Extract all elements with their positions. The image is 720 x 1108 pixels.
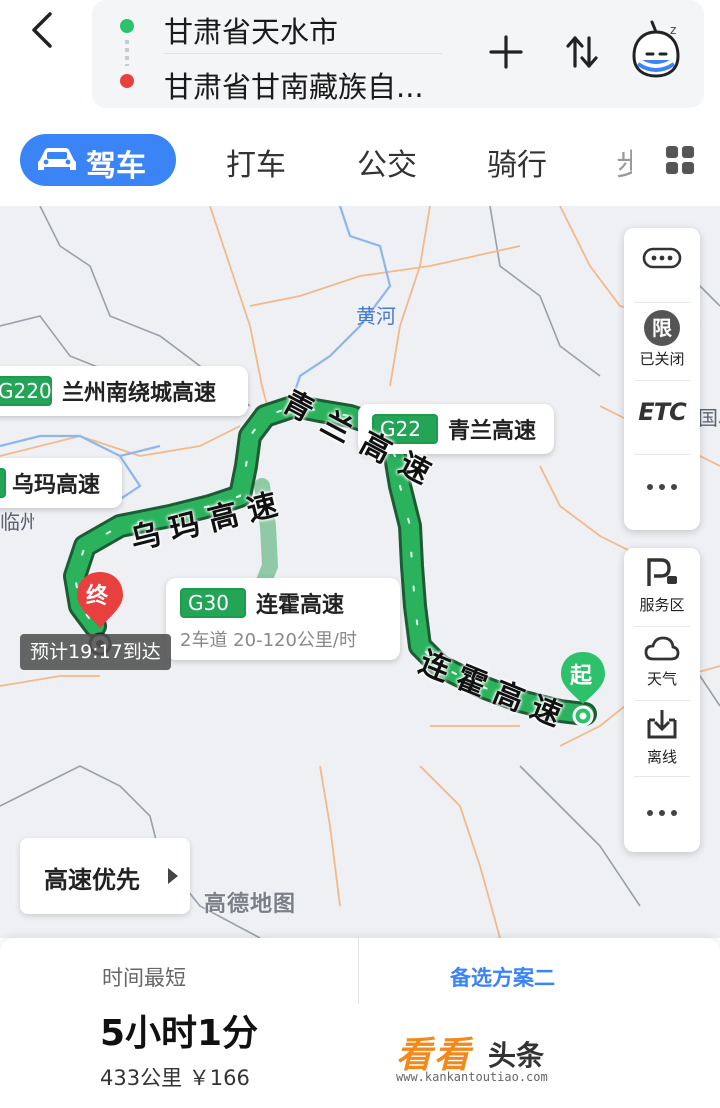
origin-dot-icon [120, 19, 134, 33]
highway-badge [0, 468, 6, 498]
plan-tag: 时间最短 [102, 966, 186, 990]
more-dots-icon [642, 247, 682, 269]
end-marker-label: 终 [86, 584, 109, 609]
plan-distance: 433公里 [100, 1066, 183, 1090]
highway-label-g30[interactable]: G30 连霍高速 2车道 20-120公里/时 [166, 578, 400, 660]
back-button[interactable] [18, 8, 68, 52]
traffic-tool-button[interactable] [624, 246, 700, 274]
tab-walk[interactable]: 步 [616, 140, 632, 184]
add-waypoint-button[interactable] [484, 30, 528, 74]
service-area-icon [647, 558, 677, 586]
start-marker-label: 起 [570, 664, 593, 689]
watermark-logo: 看看 头条 www.kankantoutiao.com [396, 1026, 626, 1086]
highway-name: 青兰高速 [448, 419, 537, 444]
more-tools-bottom-button[interactable] [624, 804, 700, 823]
plan-divider [358, 938, 359, 1004]
place-yellow-river: 黄河 [356, 304, 396, 328]
tab-drive[interactable]: 驾车 [20, 134, 176, 186]
route-dots-icon [125, 40, 129, 66]
car-icon [38, 148, 76, 170]
route-preference-label: 高速优先 [44, 866, 140, 894]
restriction-status: 已关闭 [639, 350, 685, 368]
plus-icon [489, 35, 523, 69]
highway-name: 兰州南绕城高速 [62, 381, 217, 406]
more-modes-button[interactable] [664, 144, 696, 176]
place-linzhou: 临州 [0, 510, 34, 534]
swap-icon [566, 36, 598, 68]
caret-right-icon [168, 868, 178, 884]
voice-assistant-button[interactable]: z [626, 18, 686, 82]
grid-icon [666, 146, 694, 174]
back-arrow-icon [32, 12, 52, 48]
restriction-icon: 限 [644, 310, 680, 346]
offline-button[interactable]: 离线 [624, 708, 700, 767]
destination-dot-icon [120, 74, 134, 88]
etc-icon: ETC [638, 398, 686, 426]
route-preference-button[interactable]: 高速优先 [20, 838, 190, 914]
plan-toll: ￥166 [188, 1066, 250, 1090]
swap-route-button[interactable] [560, 30, 604, 74]
travel-mode-tabs: 驾车 打车 公交 骑行 步 [0, 126, 720, 198]
route-input-box: 甘肃省天水市 甘肃省甘南藏族自... z [92, 0, 704, 108]
assistant-bot-icon: z [632, 20, 680, 78]
weather-label: 天气 [646, 670, 677, 688]
plan-meta: 433公里 ￥166 [100, 1062, 250, 1092]
origin-field[interactable]: 甘肃省天水市 [164, 9, 338, 51]
restriction-tool-button[interactable]: 限 已关闭 [624, 310, 700, 369]
route-divider [164, 53, 442, 54]
offline-download-icon [647, 710, 677, 739]
offline-label: 离线 [646, 748, 677, 766]
map-tools-bottom: 服务区 天气 离线 [624, 548, 700, 852]
tab-taxi[interactable]: 打车 [226, 140, 286, 184]
destination-field[interactable]: 甘肃省甘南藏族自... [164, 64, 424, 106]
watermark-url: www.kankantoutiao.com [396, 1070, 548, 1084]
tab-bike[interactable]: 骑行 [487, 140, 547, 184]
place-edge: 国尽 [698, 406, 720, 430]
origin-marker[interactable]: 起 [558, 650, 608, 734]
route-plans-card: 时间最短 5小时1分 433公里 ￥166 备选方案二 看看 头条 www.ka… [0, 938, 720, 1108]
lane-speed-info: 2车道 20-120公里/时 [180, 630, 357, 651]
svg-text:z: z [670, 23, 676, 37]
highway-label-g2201[interactable]: G2201 兰州南绕城高速 [0, 366, 248, 416]
route-plan-1[interactable]: 时间最短 5小时1分 433公里 ￥166 [0, 938, 358, 1108]
eta-label: 预计19:17到达 [20, 634, 171, 670]
service-area-label: 服务区 [639, 596, 685, 614]
ellipsis-icon [647, 810, 677, 816]
route-header: 甘肃省天水市 甘肃省甘南藏族自... z [0, 0, 720, 120]
weather-button[interactable]: 天气 [624, 634, 700, 689]
tab-bus[interactable]: 公交 [357, 140, 417, 184]
highway-label-wuma[interactable]: 乌玛高速 [0, 458, 122, 508]
plan-duration: 5小时1分 [100, 1013, 259, 1054]
ellipsis-icon [647, 484, 677, 490]
watermark-brand-2: 头条 [488, 1039, 545, 1072]
plan-tag: 备选方案二 [450, 966, 555, 990]
highway-badge: G2201 [0, 376, 64, 406]
map-tools-top: 限 已关闭 ETC [624, 228, 700, 530]
highway-badge: G30 [180, 588, 246, 618]
route-map[interactable]: G2201 兰州南绕城高速 乌玛高速 G22 青兰高速 G30 连霍高速 2车道… [0, 206, 720, 938]
weather-cloud-icon [644, 636, 680, 661]
tab-drive-label: 驾车 [86, 149, 146, 184]
more-tools-top-button[interactable] [624, 478, 700, 497]
highway-name: 乌玛高速 [12, 473, 101, 498]
highway-name: 连霍高速 [256, 593, 345, 618]
map-brand-logo: 高德地图 [204, 892, 297, 917]
etc-tool-button[interactable]: ETC [624, 398, 700, 426]
service-area-button[interactable]: 服务区 [624, 558, 700, 615]
